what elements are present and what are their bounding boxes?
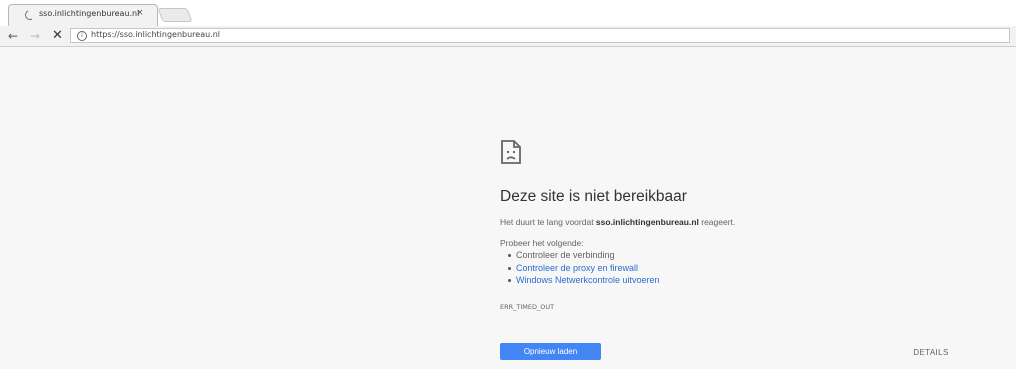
site-info-icon[interactable]: i [77,31,87,41]
browser-toolbar: ← → ✕ i https://sso.inlichtingenbureau.n… [0,26,1016,47]
description-host: sso.inlichtingenbureau.nl [595,217,699,227]
error-page: Deze site is niet bereikbaar Het duurt t… [0,47,1016,369]
suggestions-list: Controleer de verbinding Controleer de p… [506,249,660,287]
suggestion-network-diagnostics-link[interactable]: Windows Netwerkcontrole uitvoeren [508,274,660,287]
tab-title: sso.inlichtingenbureau.nl [39,9,140,18]
description-suffix: reageert. [698,217,736,227]
description-prefix: Het duurt te lang voordat [500,217,596,227]
error-code: ERR_TIMED_OUT [500,303,555,311]
sad-page-icon [500,139,522,170]
suggestions-title: Probeer het volgende: [500,238,584,248]
tab-close-icon[interactable]: × [136,8,144,18]
tab-strip: sso.inlichtingenbureau.nl × [0,0,1016,28]
address-bar[interactable]: i https://sso.inlichtingenbureau.nl [70,28,1010,43]
forward-arrow-icon[interactable]: → [30,28,40,44]
stop-loading-icon[interactable]: ✕ [52,28,63,44]
url-text[interactable]: https://sso.inlichtingenbureau.nl [91,30,220,39]
error-description: Het duurt te lang voordat sso.inlichting… [500,217,735,227]
browser-tab[interactable]: sso.inlichtingenbureau.nl × [8,4,158,26]
suggestion-check-connection: Controleer de verbinding [508,249,660,262]
loading-spinner-icon [23,8,37,22]
reload-button[interactable]: Opnieuw laden [500,343,601,360]
back-arrow-icon[interactable]: ← [8,28,18,44]
error-heading: Deze site is niet bereikbaar [500,188,687,205]
suggestion-check-proxy-link[interactable]: Controleer de proxy en firewall [508,262,660,275]
new-tab-button[interactable] [157,8,193,22]
details-button[interactable]: DETAILS [896,345,966,359]
